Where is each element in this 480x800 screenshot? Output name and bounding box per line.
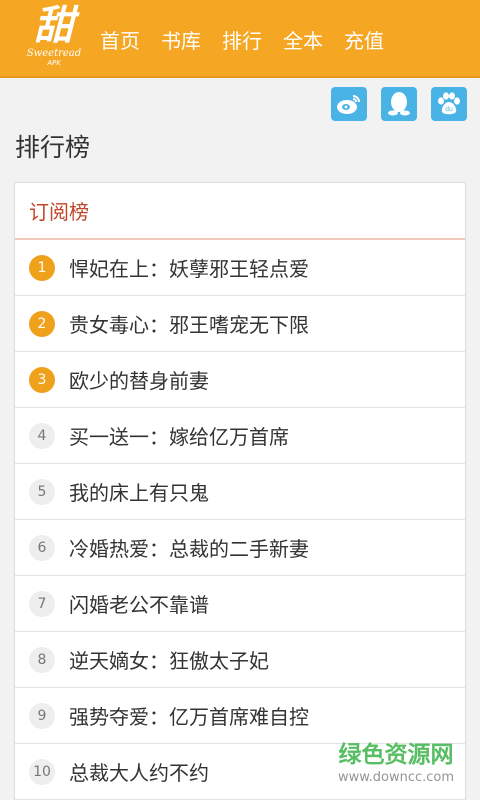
logo-glyph: 甜 xyxy=(34,2,74,49)
book-title: 强势夺爱：亿万首席难自控 xyxy=(69,705,309,729)
card-header-label: 订阅榜 xyxy=(29,200,89,224)
share-weibo-button[interactable] xyxy=(331,87,367,121)
book-title: 冷婚热爱：总裁的二手新妻 xyxy=(69,537,309,561)
rank-badge: 9 xyxy=(29,702,55,729)
nav-ranking[interactable]: 排行 xyxy=(222,25,262,54)
weibo-icon xyxy=(337,95,360,114)
book-title: 欧少的替身前妻 xyxy=(69,369,209,393)
list-item[interactable]: 9 强势夺爱：亿万首席难自控 xyxy=(15,688,465,744)
book-title: 贵女毒心：邪王嗜宠无下限 xyxy=(69,313,309,337)
share-bar: du xyxy=(0,80,480,124)
qq-icon xyxy=(388,92,410,116)
card-header[interactable]: 订阅榜 xyxy=(15,183,465,240)
rank-badge: 6 xyxy=(29,534,55,561)
list-item[interactable]: 5 我的床上有只鬼 xyxy=(15,464,465,520)
top-bar: 甜 Sweetread APK 首页 书库 排行 全本 充值 xyxy=(0,0,480,78)
list-item[interactable]: 6 冷婚热爱：总裁的二手新妻 xyxy=(15,520,465,576)
main-nav: 首页 书库 排行 全本 充值 xyxy=(100,0,405,78)
share-qq-button[interactable] xyxy=(381,87,417,121)
app-logo[interactable]: 甜 Sweetread APK xyxy=(18,4,90,72)
rank-badge: 1 xyxy=(29,254,55,281)
rank-badge: 4 xyxy=(29,422,55,449)
logo-subtext: APK xyxy=(47,59,61,67)
nav-recharge[interactable]: 充值 xyxy=(344,25,384,54)
nav-complete[interactable]: 全本 xyxy=(283,25,323,54)
rank-badge: 7 xyxy=(29,590,55,617)
share-baidu-button[interactable]: du xyxy=(431,87,467,121)
list-item[interactable]: 8 逆天嫡女：狂傲太子妃 xyxy=(15,632,465,688)
logo-text: Sweetread xyxy=(26,48,82,59)
nav-library[interactable]: 书库 xyxy=(161,25,201,54)
book-title: 总裁大人约不约 xyxy=(69,761,209,785)
nav-home[interactable]: 首页 xyxy=(100,25,140,54)
watermark-title: 绿色资源网 xyxy=(338,742,454,768)
list-item[interactable]: 1 悍妃在上：妖孽邪王轻点爱 xyxy=(15,240,465,296)
book-title: 我的床上有只鬼 xyxy=(69,481,209,505)
rank-badge: 2 xyxy=(29,310,55,337)
rank-list: 1 悍妃在上：妖孽邪王轻点爱 2 贵女毒心：邪王嗜宠无下限 3 欧少的替身前妻 … xyxy=(15,240,465,800)
list-item[interactable]: 7 闪婚老公不靠谱 xyxy=(15,576,465,632)
book-title: 逆天嫡女：狂傲太子妃 xyxy=(69,649,269,673)
book-title: 买一送一：嫁给亿万首席 xyxy=(69,425,289,449)
list-item[interactable]: 4 买一送一：嫁给亿万首席 xyxy=(15,408,465,464)
list-item[interactable]: 3 欧少的替身前妻 xyxy=(15,352,465,408)
svg-text:du: du xyxy=(445,106,453,113)
book-title: 闪婚老公不靠谱 xyxy=(69,593,209,617)
book-title: 悍妃在上：妖孽邪王轻点爱 xyxy=(69,257,309,281)
watermark-url: www.downcc.com xyxy=(337,770,455,785)
list-item[interactable]: 2 贵女毒心：邪王嗜宠无下限 xyxy=(15,296,465,352)
page-title: 排行榜 xyxy=(15,133,91,162)
rank-badge: 5 xyxy=(29,478,55,505)
baidu-icon: du xyxy=(438,92,460,115)
ranking-card: 订阅榜 1 悍妃在上：妖孽邪王轻点爱 2 贵女毒心：邪王嗜宠无下限 3 欧少的替… xyxy=(14,182,466,800)
rank-badge: 8 xyxy=(29,646,55,673)
rank-badge: 3 xyxy=(29,366,55,393)
rank-badge: 10 xyxy=(29,758,55,785)
site-watermark: 绿色资源网 www.downcc.com xyxy=(316,740,476,796)
